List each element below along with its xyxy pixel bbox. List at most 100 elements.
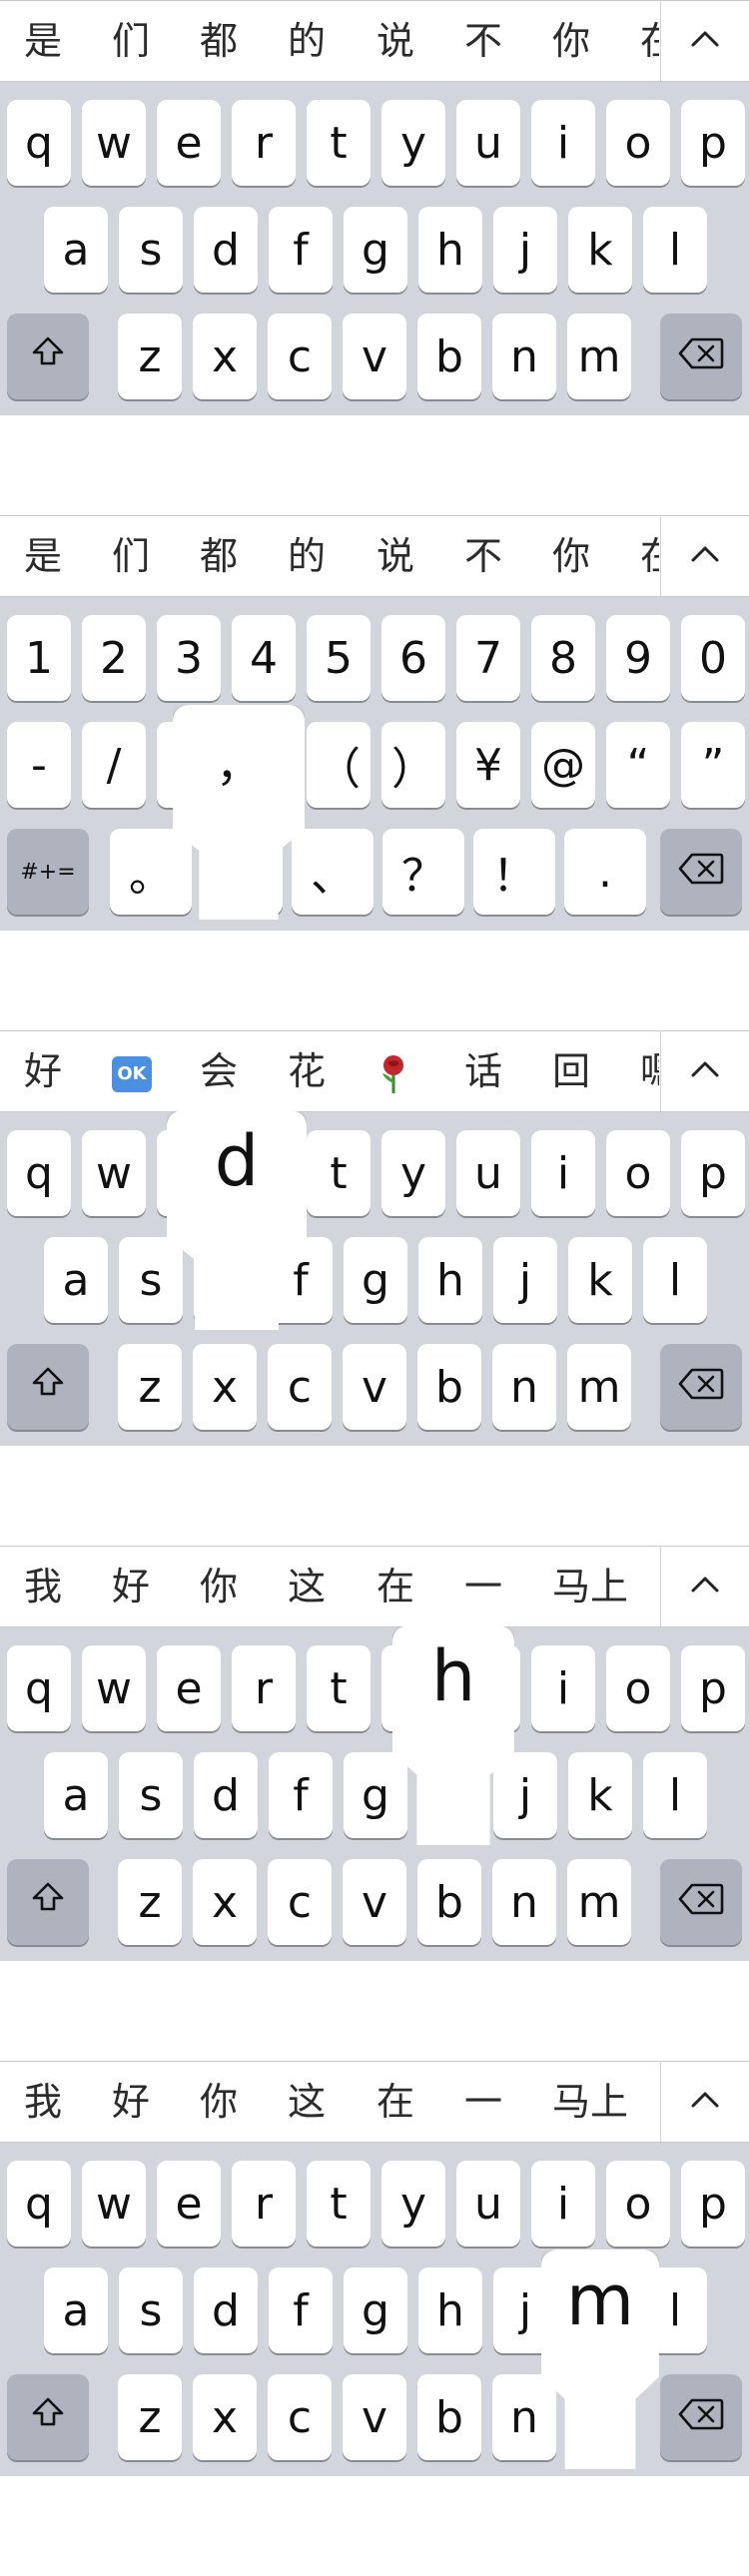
key-v[interactable]: v bbox=[343, 2374, 406, 2460]
key-g[interactable]: g bbox=[344, 2267, 407, 2353]
candidate-item[interactable]: 在 bbox=[640, 19, 659, 63]
key-digit[interactable]: 1 bbox=[7, 615, 71, 701]
candidate-item[interactable]: 都 bbox=[200, 534, 238, 578]
candidate-item[interactable]: 好 bbox=[112, 1565, 150, 1609]
key-n[interactable]: n bbox=[492, 1344, 556, 1430]
key-j[interactable]: j bbox=[493, 1237, 557, 1323]
candidate-item[interactable]: OK bbox=[112, 1049, 152, 1093]
key-digit[interactable]: 4 bbox=[232, 615, 296, 701]
key-digit[interactable]: 5 bbox=[307, 615, 371, 701]
key-symbol[interactable]: - bbox=[7, 722, 71, 808]
key-e[interactable]: e bbox=[157, 100, 221, 186]
candidate-item[interactable]: 回 bbox=[552, 1049, 590, 1093]
key-w[interactable]: w bbox=[82, 1645, 146, 1731]
key-punctuation[interactable]: 、 bbox=[292, 829, 374, 915]
key-p[interactable]: p bbox=[681, 100, 745, 186]
candidate-item[interactable]: 你 bbox=[200, 2080, 238, 2124]
candidate-item[interactable]: 都 bbox=[200, 19, 238, 63]
key-p[interactable]: p bbox=[681, 1645, 745, 1731]
candidate-item[interactable]: 你 bbox=[552, 19, 590, 63]
key-i[interactable]: i bbox=[531, 1645, 595, 1731]
key-n[interactable]: n bbox=[492, 1859, 556, 1945]
key-y[interactable]: y bbox=[381, 1130, 445, 1216]
key-q[interactable]: q bbox=[7, 100, 71, 186]
key-t[interactable]: t bbox=[307, 100, 371, 186]
key-punctuation[interactable]: ！ bbox=[473, 829, 555, 915]
delete-key[interactable] bbox=[660, 314, 742, 399]
key-u[interactable]: u bbox=[456, 1130, 520, 1216]
key-s[interactable]: s bbox=[119, 2267, 183, 2353]
key-z[interactable]: z bbox=[118, 314, 182, 399]
candidate-item[interactable]: 在 bbox=[640, 534, 659, 578]
key-p[interactable]: p bbox=[681, 2161, 745, 2247]
key-f[interactable]: f bbox=[269, 1752, 333, 1838]
key-l[interactable]: l bbox=[643, 1752, 707, 1838]
candidate-expand-button[interactable] bbox=[661, 1, 749, 81]
key-y[interactable]: y bbox=[381, 100, 445, 186]
key-d[interactable]: d bbox=[194, 2267, 258, 2353]
candidate-expand-button[interactable] bbox=[661, 1031, 749, 1111]
key-e[interactable]: e bbox=[157, 1645, 221, 1731]
key-digit[interactable]: 6 bbox=[381, 615, 445, 701]
key-x[interactable]: x bbox=[193, 314, 257, 399]
candidate-item[interactable]: 会 bbox=[200, 1049, 238, 1093]
key-k[interactable]: k bbox=[568, 1237, 632, 1323]
key-b[interactable]: b bbox=[417, 1859, 481, 1945]
key-digit[interactable]: 8 bbox=[531, 615, 595, 701]
key-z[interactable]: z bbox=[118, 1344, 182, 1430]
key-l[interactable]: l bbox=[643, 207, 707, 293]
key-t[interactable]: t bbox=[307, 2161, 371, 2247]
key-d[interactable]: d bbox=[194, 1752, 258, 1838]
key-g[interactable]: g bbox=[344, 1237, 407, 1323]
key-w[interactable]: w bbox=[82, 100, 146, 186]
key-q[interactable]: q bbox=[7, 1645, 71, 1731]
candidate-item[interactable]: 说 bbox=[376, 19, 414, 63]
candidate-item[interactable]: 马上 bbox=[552, 1565, 628, 1609]
key-m[interactable]: m bbox=[567, 1344, 631, 1430]
key-g[interactable]: g bbox=[344, 207, 407, 293]
key-symbol[interactable]: “ bbox=[606, 722, 670, 808]
candidate-item[interactable]: 一 bbox=[464, 2080, 502, 2124]
key-h[interactable]: h bbox=[418, 207, 482, 293]
candidate-item[interactable]: 在 bbox=[376, 2080, 414, 2124]
delete-key[interactable] bbox=[660, 2374, 742, 2460]
key-r[interactable]: r bbox=[232, 1645, 296, 1731]
candidate-item[interactable]: 嗯 bbox=[640, 1049, 659, 1093]
key-x[interactable]: x bbox=[193, 1859, 257, 1945]
key-digit[interactable]: 9 bbox=[606, 615, 670, 701]
candidate-expand-button[interactable] bbox=[661, 2062, 749, 2142]
key-o[interactable]: o bbox=[606, 100, 670, 186]
key-o[interactable]: o bbox=[606, 1645, 670, 1731]
key-punctuation[interactable]: ？ bbox=[382, 829, 464, 915]
key-digit[interactable]: 0 bbox=[681, 615, 745, 701]
delete-key[interactable] bbox=[660, 1344, 742, 1430]
key-symbol[interactable]: ） bbox=[381, 722, 445, 808]
key-b[interactable]: b bbox=[417, 1344, 481, 1430]
key-n[interactable]: n bbox=[492, 314, 556, 399]
candidate-item[interactable]: 们 bbox=[112, 19, 150, 63]
key-e[interactable]: e bbox=[157, 2161, 221, 2247]
key-h[interactable]: h bbox=[418, 2267, 482, 2353]
key-punctuation[interactable]: . bbox=[564, 829, 646, 915]
key-m[interactable]: m bbox=[567, 314, 631, 399]
key-c[interactable]: c bbox=[268, 1859, 332, 1945]
candidate-item[interactable]: 这 bbox=[288, 1565, 326, 1609]
key-k[interactable]: k bbox=[568, 207, 632, 293]
candidate-item[interactable]: 是 bbox=[24, 19, 62, 63]
shift-key[interactable] bbox=[7, 314, 89, 399]
key-l[interactable]: l bbox=[643, 1237, 707, 1323]
key-f[interactable]: f bbox=[269, 207, 333, 293]
key-z[interactable]: z bbox=[118, 1859, 182, 1945]
candidate-item[interactable]: 我 bbox=[24, 1565, 62, 1609]
shift-key[interactable] bbox=[7, 2374, 89, 2460]
candidate-item[interactable]: 不 bbox=[464, 534, 502, 578]
shift-key[interactable] bbox=[7, 1344, 89, 1430]
key-a[interactable]: a bbox=[44, 207, 108, 293]
key-k[interactable]: k bbox=[568, 1752, 632, 1838]
key-v[interactable]: v bbox=[343, 1859, 406, 1945]
key-i[interactable]: i bbox=[531, 2161, 595, 2247]
key-t[interactable]: t bbox=[307, 1130, 371, 1216]
candidate-item[interactable]: 花 bbox=[288, 1049, 326, 1093]
key-symbol[interactable]: （ bbox=[307, 722, 371, 808]
key-w[interactable]: w bbox=[82, 1130, 146, 1216]
